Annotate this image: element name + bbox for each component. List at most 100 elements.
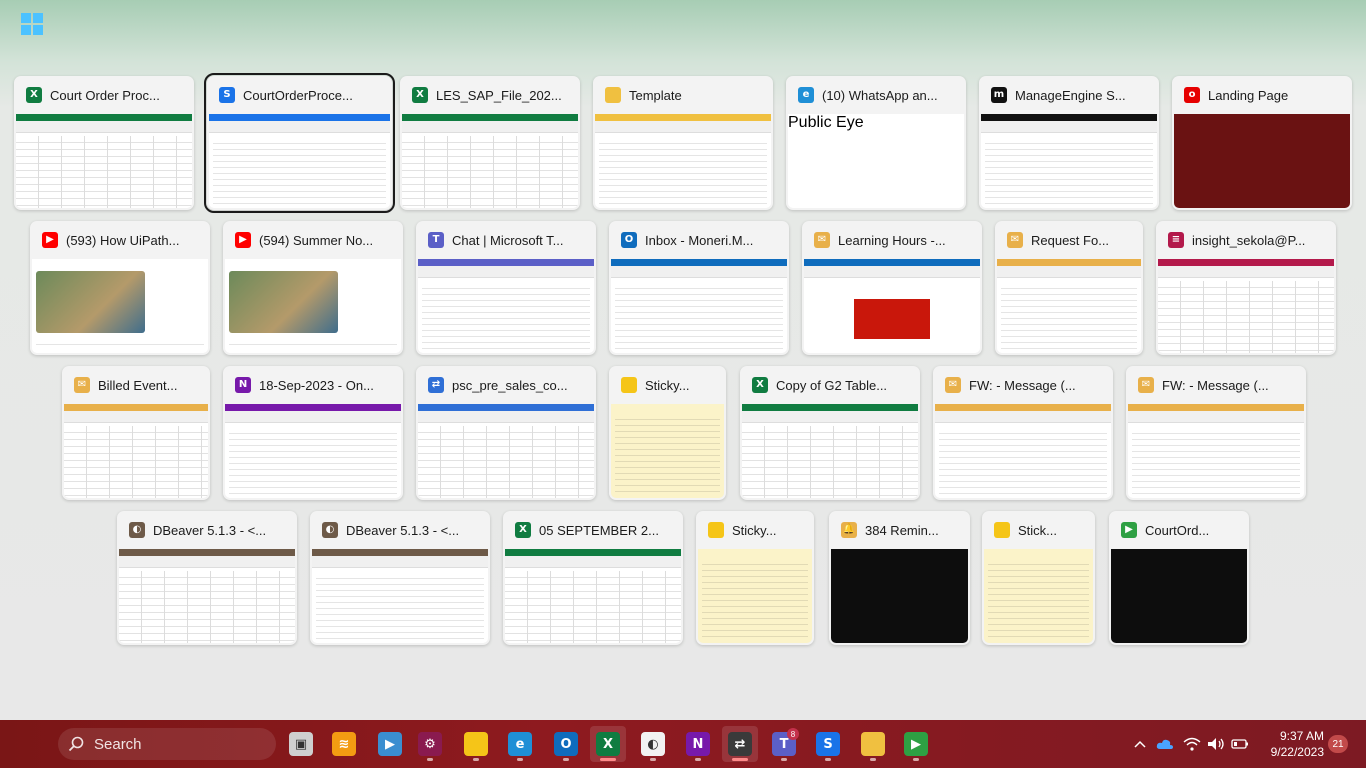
window-thumbnail	[981, 114, 1157, 208]
taskbar-sticky-notes-button[interactable]	[458, 726, 494, 762]
close-window-button[interactable]	[1284, 376, 1302, 394]
window-card-sql[interactable]: ≡ insight_sekola@P...	[1156, 221, 1336, 355]
window-title: Stick...	[1018, 522, 1058, 538]
taskbar-uipath-player-button[interactable]: ▶	[372, 726, 408, 762]
window-card-onenote[interactable]: N 18-Sep-2023 - On...	[223, 366, 403, 500]
whatsapp-image-preview: Public Eye	[788, 114, 864, 131]
close-window-button[interactable]	[370, 86, 388, 104]
show-hidden-icons-chevron-icon[interactable]	[1130, 734, 1150, 754]
close-window-button[interactable]	[751, 86, 769, 104]
window-card-manageengine[interactable]: m ManageEngine S...	[979, 76, 1159, 210]
close-window-button[interactable]	[574, 231, 592, 249]
window-card-excel[interactable]: X 05 SEPTEMBER 2...	[503, 511, 683, 645]
close-window-button[interactable]	[1121, 231, 1139, 249]
window-card-vodafone[interactable]: o Landing Page	[1172, 76, 1352, 210]
running-indicator	[600, 758, 616, 761]
volume-icon[interactable]	[1206, 734, 1226, 754]
window-card-mail[interactable]: ✉ Billed Event...	[62, 366, 210, 500]
close-window-button[interactable]	[275, 521, 293, 539]
youtube-icon: ▶	[235, 232, 251, 248]
window-thumbnail	[209, 114, 390, 208]
taskbar-onenote-button[interactable]: N	[680, 726, 716, 762]
taskbar-uipath-robot-button[interactable]: ▶	[898, 726, 934, 762]
close-window-button[interactable]	[944, 86, 962, 104]
window-card-excel[interactable]: X Copy of G2 Table...	[740, 366, 920, 500]
running-indicator	[563, 758, 569, 761]
clock[interactable]: 9:37 AM 9/22/2023	[1254, 728, 1324, 760]
close-window-button[interactable]	[1073, 521, 1091, 539]
onedrive-icon[interactable]	[1155, 734, 1175, 754]
close-window-button[interactable]	[960, 231, 978, 249]
window-title: Copy of G2 Table...	[776, 377, 888, 393]
taskbar-edge-button[interactable]: e	[502, 726, 538, 762]
window-card-outlook[interactable]: O Inbox - Moneri.M...	[609, 221, 789, 355]
window-card-uipath-player[interactable]: ▶ CourtOrd...	[1109, 511, 1249, 645]
close-window-button[interactable]	[381, 376, 399, 394]
close-window-button[interactable]	[574, 376, 592, 394]
window-card-teams[interactable]: T Chat | Microsoft T...	[416, 221, 596, 355]
window-title: 384 Remin...	[865, 522, 939, 538]
close-window-button[interactable]	[1091, 376, 1109, 394]
close-window-button[interactable]	[898, 376, 916, 394]
close-window-button[interactable]	[381, 231, 399, 249]
taskbar-teams-button[interactable]: T8	[766, 726, 802, 762]
window-title: CourtOrderProce...	[243, 87, 353, 103]
taskbar-dbeaver-button[interactable]: ◐	[635, 726, 671, 762]
window-card-header: m ManageEngine S...	[979, 76, 1159, 114]
window-card-sticky-notes[interactable]: Sticky...	[696, 511, 814, 645]
window-thumbnail	[64, 404, 208, 498]
window-card-uipath[interactable]: S CourtOrderProce...	[204, 73, 395, 213]
window-card-mail[interactable]: ✉ FW: - Message (...	[933, 366, 1113, 500]
taskbar-winscp-button[interactable]: ⇄	[722, 726, 758, 762]
close-window-button[interactable]	[172, 86, 190, 104]
window-card-sticky-notes[interactable]: Stick...	[982, 511, 1095, 645]
close-window-button[interactable]	[558, 86, 576, 104]
window-card-sticky-notes[interactable]: Sticky...	[609, 366, 726, 500]
taskbar-excel-button[interactable]: X	[590, 726, 626, 762]
window-card-file-explorer[interactable]: Template	[593, 76, 773, 210]
close-window-button[interactable]	[948, 521, 966, 539]
taskbar-uipath-studio-button[interactable]: S	[810, 726, 846, 762]
window-card-reminder[interactable]: 🔔 384 Remin...	[829, 511, 970, 645]
start-button[interactable]	[14, 6, 50, 42]
window-card-mail[interactable]: ✉ FW: - Message (...	[1126, 366, 1306, 500]
close-window-button[interactable]	[792, 521, 810, 539]
window-title: 05 SEPTEMBER 2...	[539, 522, 659, 538]
close-window-button[interactable]	[188, 376, 206, 394]
window-card-excel[interactable]: X Court Order Proc...	[14, 76, 194, 210]
close-window-button[interactable]	[704, 376, 722, 394]
window-card-excel[interactable]: X LES_SAP_File_202...	[400, 76, 580, 210]
window-card-mail[interactable]: ✉ Request Fo...	[995, 221, 1143, 355]
close-window-button[interactable]	[1227, 521, 1245, 539]
wifi-icon[interactable]	[1182, 734, 1202, 754]
teams-icon: T	[428, 232, 444, 248]
close-window-button[interactable]	[1330, 86, 1348, 104]
window-thumbnail	[1158, 259, 1334, 353]
running-indicator	[781, 758, 787, 761]
close-window-button[interactable]	[468, 521, 486, 539]
battery-icon[interactable]	[1230, 734, 1250, 754]
close-window-button[interactable]	[1137, 86, 1155, 104]
window-card-winscp[interactable]: ⇄ psc_pre_sales_co...	[416, 366, 596, 500]
taskbar-task-view-button[interactable]: ▣	[283, 726, 319, 762]
taskbar-outlook-button[interactable]: O	[548, 726, 584, 762]
sticky-notes-icon	[994, 522, 1010, 538]
search-box[interactable]: Search	[58, 728, 276, 760]
taskbar-settings-button[interactable]: ⚙	[412, 726, 448, 762]
window-card-dbeaver[interactable]: ◐ DBeaver 5.1.3 - <...	[117, 511, 297, 645]
close-window-button[interactable]	[767, 231, 785, 249]
window-card-mail[interactable]: ✉ Learning Hours -...	[802, 221, 982, 355]
window-card-header: X Court Order Proc...	[14, 76, 194, 114]
window-card-dbeaver[interactable]: ◐ DBeaver 5.1.3 - <...	[310, 511, 490, 645]
close-window-button[interactable]	[1314, 231, 1332, 249]
notification-count-badge[interactable]: 21	[1328, 735, 1348, 753]
close-window-button[interactable]	[661, 521, 679, 539]
window-card-header: N 18-Sep-2023 - On...	[223, 366, 403, 404]
window-card-youtube[interactable]: ▶ (593) How UiPath...	[30, 221, 210, 355]
taskbar-file-explorer-button[interactable]	[855, 726, 891, 762]
running-indicator	[473, 758, 479, 761]
taskbar-uipath-assistant-button[interactable]: ≋	[326, 726, 362, 762]
window-card-edge[interactable]: e (10) WhatsApp an... Public Eye	[786, 76, 966, 210]
close-window-button[interactable]	[188, 231, 206, 249]
window-card-youtube[interactable]: ▶ (594) Summer No...	[223, 221, 403, 355]
